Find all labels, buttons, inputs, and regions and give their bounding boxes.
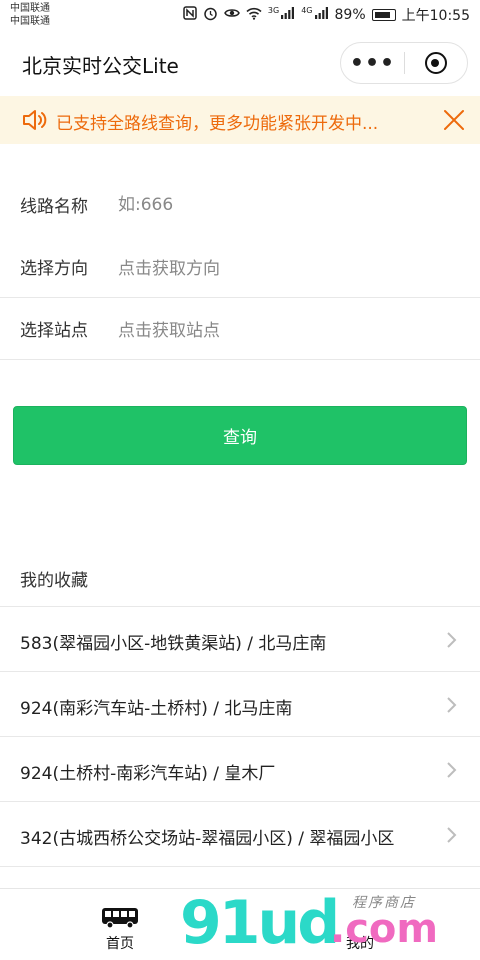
notice-text: 已支持全路线查询，更多功能紧张开发中... bbox=[56, 114, 379, 134]
nfc-icon bbox=[183, 6, 197, 24]
favorite-item-text: 924(南彩汽车站-土桥村) / 北马庄南 bbox=[20, 699, 293, 719]
tab-home[interactable]: 首页 bbox=[60, 889, 180, 960]
wifi-icon bbox=[246, 7, 262, 24]
chevron-right-icon bbox=[446, 631, 458, 649]
clock: 上午10:55 bbox=[401, 8, 470, 24]
favorite-item-text: 342(古城西桥公交场站-翠福园小区) / 翠福园小区 bbox=[20, 829, 395, 849]
signal-icon-2 bbox=[314, 7, 329, 23]
battery-icon bbox=[371, 9, 396, 21]
mini-program-capsule: ••• bbox=[340, 42, 468, 84]
tab-bar: 首页 我的 bbox=[0, 888, 480, 960]
query-form: 线路名称 选择方向 点击获取方向 选择站点 点击获取站点 bbox=[0, 174, 480, 360]
tab-home-label: 首页 bbox=[106, 936, 134, 952]
station-label: 选择站点 bbox=[20, 321, 88, 341]
battery-percent: 89% bbox=[334, 7, 366, 23]
direction-label: 选择方向 bbox=[20, 259, 88, 279]
eye-icon bbox=[224, 7, 240, 23]
carrier-label-1: 中国联通 bbox=[10, 3, 50, 14]
page-title: 北京实时公交Lite bbox=[22, 54, 179, 78]
tab-mine-label: 我的 bbox=[346, 936, 374, 952]
more-icon: ••• bbox=[349, 50, 396, 76]
favorite-item[interactable]: 924(南彩汽车站-土桥村) / 北马庄南 bbox=[0, 672, 480, 737]
bus-icon bbox=[100, 905, 140, 929]
tab-mine[interactable]: 我的 bbox=[300, 889, 420, 960]
route-name-label: 线路名称 bbox=[20, 197, 88, 217]
network-type-2: 4G bbox=[301, 6, 313, 15]
chevron-right-icon bbox=[446, 826, 458, 844]
nav-bar: 北京实时公交Lite ••• bbox=[0, 30, 480, 96]
notice-bar: 已支持全路线查询，更多功能紧张开发中... bbox=[0, 96, 480, 144]
favorite-item[interactable]: 342(古城西桥公交场站-翠福园小区) / 翠福园小区 bbox=[0, 802, 480, 867]
chevron-right-icon bbox=[446, 696, 458, 714]
close-mini-program-button[interactable] bbox=[405, 43, 467, 83]
more-button[interactable]: ••• bbox=[341, 43, 404, 83]
direction-picker[interactable]: 点击获取方向 bbox=[118, 254, 220, 279]
station-row[interactable]: 选择站点 点击获取站点 bbox=[0, 298, 480, 360]
favorite-item[interactable]: 924(土桥村-南彩汽车站) / 皇木厂 bbox=[0, 737, 480, 802]
station-picker[interactable]: 点击获取站点 bbox=[118, 316, 220, 341]
status-bar: 中国联通 中国联通 3G 4G 89% 上午10:55 bbox=[0, 0, 480, 30]
speaker-icon bbox=[22, 108, 48, 132]
favorite-item-text: 583(翠福园小区-地铁黄渠站) / 北马庄南 bbox=[20, 634, 327, 654]
alarm-icon bbox=[203, 6, 218, 25]
network-type-1: 3G bbox=[267, 6, 280, 15]
favorites-list: 583(翠福园小区-地铁黄渠站) / 北马庄南 924(南彩汽车站-土桥村) /… bbox=[0, 606, 480, 867]
signal-icon-1 bbox=[281, 7, 295, 23]
route-name-input[interactable] bbox=[118, 188, 458, 222]
close-icon[interactable] bbox=[442, 108, 466, 132]
route-name-row: 线路名称 bbox=[0, 174, 480, 236]
carrier-label-2: 中国联通 bbox=[10, 16, 50, 27]
target-icon bbox=[424, 52, 447, 74]
query-button[interactable]: 查询 bbox=[13, 406, 467, 465]
status-icons: 3G 4G 89% 上午10:55 bbox=[183, 6, 470, 24]
chevron-right-icon bbox=[446, 761, 458, 779]
favorite-item[interactable]: 583(翠福园小区-地铁黄渠站) / 北马庄南 bbox=[0, 607, 480, 672]
favorite-item-text: 924(土桥村-南彩汽车站) / 皇木厂 bbox=[20, 764, 276, 784]
favorites-title: 我的收藏 bbox=[20, 571, 88, 591]
direction-row[interactable]: 选择方向 点击获取方向 bbox=[0, 236, 480, 298]
